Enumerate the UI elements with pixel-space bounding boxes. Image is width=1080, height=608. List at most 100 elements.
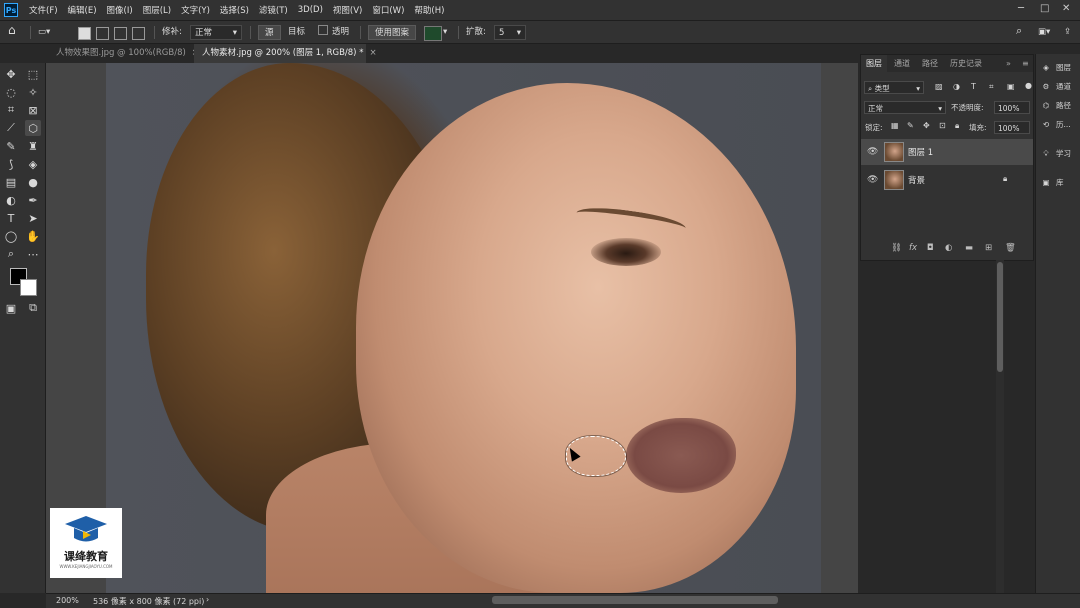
- filter-adjust-icon[interactable]: ◑: [953, 82, 960, 91]
- marquee-tool-icon[interactable]: ⬚: [25, 66, 41, 82]
- home-icon[interactable]: ⌂: [8, 23, 16, 38]
- diffusion-select[interactable]: 5 ▾: [494, 25, 526, 40]
- panel-menu-icon[interactable]: ≡: [1017, 55, 1034, 72]
- quick-mask-icon[interactable]: ▣: [3, 300, 19, 316]
- path-select-icon[interactable]: ➤: [25, 210, 41, 226]
- menu-type[interactable]: 文字(Y): [176, 4, 215, 16]
- eyedropper-icon[interactable]: ⟋: [3, 120, 19, 136]
- zoom-level[interactable]: 200%: [56, 596, 79, 605]
- blend-mode-select[interactable]: 正常 ▾: [864, 101, 946, 114]
- menu-image[interactable]: 图像(I): [102, 4, 138, 16]
- filter-smart-icon[interactable]: ▣: [1007, 82, 1015, 91]
- subtract-selection-icon[interactable]: [114, 27, 127, 40]
- share-icon[interactable]: ⇪: [1064, 25, 1071, 40]
- maximize-button[interactable]: □: [1040, 3, 1049, 14]
- crop-tool-icon[interactable]: ⌗: [3, 102, 19, 118]
- filter-pixel-icon[interactable]: ▨: [935, 82, 943, 91]
- stamp-tool-icon[interactable]: ♜: [25, 138, 41, 154]
- tool-preset-icon[interactable]: ▭▾: [38, 25, 50, 40]
- tab-layers[interactable]: 图层: [861, 55, 887, 72]
- lasso-tool-icon[interactable]: ◌: [3, 84, 19, 100]
- lock-image-icon[interactable]: ✎: [907, 121, 914, 130]
- menu-edit[interactable]: 编辑(E): [63, 4, 102, 16]
- new-selection-icon[interactable]: [78, 27, 91, 40]
- lock-transparent-icon[interactable]: ▦: [891, 121, 899, 130]
- fill-input[interactable]: 100%: [994, 121, 1030, 134]
- menu-help[interactable]: 帮助(H): [409, 4, 449, 16]
- filter-kind-select[interactable]: ⌕ 类型 ▾: [864, 81, 924, 94]
- opacity-input[interactable]: 100%: [994, 101, 1030, 114]
- menu-window[interactable]: 窗口(W): [367, 4, 409, 16]
- magic-wand-icon[interactable]: ✧: [25, 84, 41, 100]
- patch-mode-select[interactable]: 正常 ▾: [190, 25, 242, 40]
- visibility-eye-icon[interactable]: 👁︎: [867, 175, 878, 185]
- type-tool-icon[interactable]: T: [3, 210, 19, 226]
- transparent-checkbox[interactable]: 透明: [318, 25, 349, 40]
- dock-paths[interactable]: ⌬ 路径: [1040, 98, 1080, 114]
- dock-channels[interactable]: ⚙ 通道: [1040, 79, 1080, 95]
- link-layers-icon[interactable]: ⛓: [891, 243, 902, 253]
- filter-toggle-icon[interactable]: ●: [1025, 81, 1032, 90]
- filter-shape-icon[interactable]: ⌗: [989, 82, 994, 92]
- vertical-scroll-thumb[interactable]: [997, 262, 1003, 372]
- adjustment-layer-icon[interactable]: ◐: [945, 243, 952, 253]
- menu-view[interactable]: 视图(V): [328, 4, 367, 16]
- pen-tool-icon[interactable]: ✒: [25, 192, 41, 208]
- screen-mode-icon[interactable]: ⧉: [25, 300, 41, 316]
- chevron-right-icon[interactable]: ›: [206, 595, 209, 604]
- document-image[interactable]: [106, 63, 821, 593]
- menu-3d[interactable]: 3D(D): [293, 5, 328, 15]
- dock-history[interactable]: ⟲ 历...: [1040, 117, 1080, 133]
- zoom-tool-icon[interactable]: ⌕: [3, 246, 19, 262]
- canvas-area[interactable]: 课绛教育 WWW.KEJIANGJIAOYU.COM: [46, 63, 858, 593]
- tab-material-image[interactable]: 人物素材.jpg @ 200% (图层 1, RGB/8) * ×: [194, 44, 377, 63]
- layer-row-background[interactable]: 👁︎ 背景 🔒︎: [861, 167, 1033, 193]
- background-color-swatch[interactable]: [20, 279, 37, 296]
- dock-libraries[interactable]: ▣ 库: [1040, 175, 1080, 191]
- more-tools-icon[interactable]: ⋯: [25, 246, 41, 262]
- blur-tool-icon[interactable]: ●: [25, 174, 41, 190]
- dock-layers[interactable]: ◈ 图层: [1040, 60, 1080, 76]
- close-icon[interactable]: ×: [369, 48, 376, 58]
- add-selection-icon[interactable]: [96, 27, 109, 40]
- tab-channels[interactable]: 通道: [889, 55, 915, 72]
- frame-tool-icon[interactable]: ⊠: [25, 102, 41, 118]
- panel-collapse-bar[interactable]: [858, 44, 1034, 54]
- history-brush-icon[interactable]: ⟆: [3, 156, 19, 172]
- menu-layer[interactable]: 图层(L): [138, 4, 176, 16]
- visibility-eye-icon[interactable]: 👁︎: [867, 147, 878, 157]
- brush-tool-icon[interactable]: ✎: [3, 138, 19, 154]
- minimize-button[interactable]: ─: [1018, 3, 1024, 14]
- intersect-selection-icon[interactable]: [132, 27, 145, 40]
- patch-tool-icon[interactable]: ⬡: [25, 120, 41, 136]
- tab-history[interactable]: 历史记录: [945, 55, 987, 72]
- lock-position-icon[interactable]: ✥: [923, 121, 930, 130]
- lock-artboard-icon[interactable]: ⊡: [939, 121, 946, 130]
- shape-tool-icon[interactable]: ◯: [3, 228, 19, 244]
- move-tool-icon[interactable]: ✥: [3, 66, 19, 82]
- use-pattern-button[interactable]: 使用图案: [368, 25, 417, 40]
- new-layer-icon[interactable]: ⊞: [985, 243, 992, 253]
- fx-icon[interactable]: fx: [909, 243, 917, 253]
- dodge-tool-icon[interactable]: ◐: [3, 192, 19, 208]
- new-group-icon[interactable]: ▬: [965, 243, 973, 253]
- dock-learn[interactable]: 💡︎ 学习: [1040, 146, 1080, 162]
- tab-paths[interactable]: 路径: [917, 55, 943, 72]
- workspace-icon[interactable]: ▣▾: [1038, 25, 1050, 40]
- pattern-swatch[interactable]: [424, 26, 442, 41]
- search-icon[interactable]: ⌕: [1016, 23, 1022, 38]
- source-button[interactable]: 源: [258, 25, 281, 40]
- menu-filter[interactable]: 滤镜(T): [254, 4, 293, 16]
- lock-all-icon[interactable]: 🔒︎: [955, 121, 959, 131]
- expand-icon[interactable]: »: [1001, 55, 1016, 72]
- delete-layer-icon[interactable]: 🗑︎: [1005, 243, 1016, 253]
- layer-row-layer1[interactable]: 👁︎ 图层 1: [861, 139, 1033, 165]
- tab-effect-image[interactable]: 人物效果图.jpg @ 100%(RGB/8)×: [48, 44, 199, 63]
- menu-file[interactable]: 文件(F): [24, 4, 63, 16]
- menu-select[interactable]: 选择(S): [215, 4, 254, 16]
- hand-tool-icon[interactable]: ✋: [25, 228, 41, 244]
- add-mask-icon[interactable]: ◘: [927, 243, 934, 253]
- target-button[interactable]: 目标: [288, 25, 305, 40]
- filter-type-icon[interactable]: T: [971, 82, 976, 91]
- gradient-tool-icon[interactable]: ▤: [3, 174, 19, 190]
